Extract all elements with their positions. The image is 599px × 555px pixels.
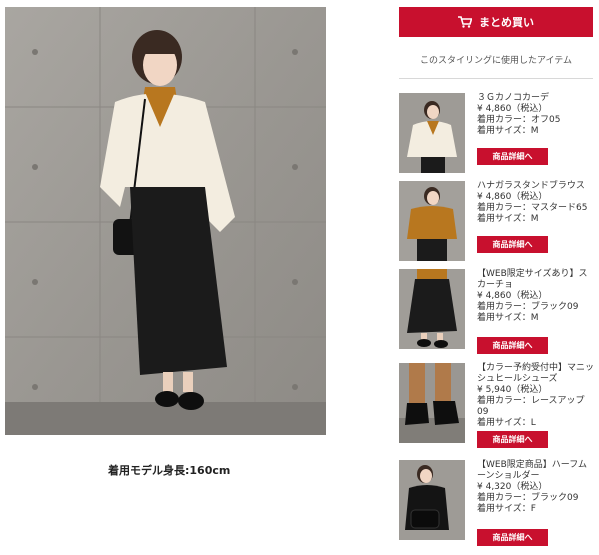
- item-thumbnail[interactable]: [399, 93, 465, 173]
- item-price: ¥ 4,860（税込）: [477, 192, 548, 202]
- item-card: ３Ｇカノコカーデ ¥ 4,860（税込） 着用カラー：オフ05 着用サイズ：M …: [399, 93, 595, 183]
- item-detail-button[interactable]: 商品詳細へ: [477, 148, 548, 165]
- item-card: 【WEB限定商品】ハーフムーンショルダー ¥ 4,320（税込） 着用カラー：ブ…: [399, 460, 595, 550]
- section-title: このスタイリングに使用したアイテム: [419, 56, 573, 66]
- item-size: 着用サイズ：L: [477, 418, 536, 428]
- item-name[interactable]: 【カラー予約受付中】マニッシュヒールシューズ: [477, 363, 595, 385]
- item-size: 着用サイズ：F: [477, 504, 536, 514]
- item-thumbnail[interactable]: [399, 181, 465, 261]
- item-name[interactable]: ３Ｇカノコカーデ: [477, 93, 595, 104]
- item-price: ¥ 4,320（税込）: [477, 482, 548, 492]
- item-price: ¥ 4,860（税込）: [477, 291, 548, 301]
- item-size: 着用サイズ：M: [477, 126, 539, 136]
- item-card: ハナガラスタンドブラウス ¥ 4,860（税込） 着用カラー：マスタード65 着…: [399, 181, 595, 271]
- styling-photo: [5, 7, 326, 435]
- item-detail-button[interactable]: 商品詳細へ: [477, 431, 548, 448]
- item-detail-button[interactable]: 商品詳細へ: [477, 236, 548, 253]
- bulk-buy-label: まとめ買い: [479, 16, 534, 29]
- item-thumbnail[interactable]: [399, 460, 465, 540]
- item-size: 着用サイズ：M: [477, 214, 539, 224]
- item-color: 着用カラー：レースアップ09: [477, 396, 585, 417]
- item-detail-button[interactable]: 商品詳細へ: [477, 337, 548, 354]
- item-detail-button[interactable]: 商品詳細へ: [477, 529, 548, 546]
- item-price: ¥ 4,860（税込）: [477, 104, 548, 114]
- section-divider: [399, 78, 593, 79]
- item-thumbnail[interactable]: [399, 363, 465, 443]
- item-color: 着用カラー：マスタード65: [477, 203, 588, 213]
- item-name[interactable]: ハナガラスタンドブラウス: [477, 181, 595, 192]
- model-height-caption: 着用モデル身長:160cm: [108, 464, 231, 477]
- item-thumbnail[interactable]: [399, 269, 465, 349]
- cart-icon: [458, 16, 472, 28]
- item-card: 【WEB限定サイズあり】スカーチョ ¥ 4,860（税込） 着用カラー：ブラック…: [399, 269, 595, 359]
- bulk-buy-button[interactable]: まとめ買い: [399, 7, 593, 37]
- item-size: 着用サイズ：M: [477, 313, 539, 323]
- item-color: 着用カラー：オフ05: [477, 115, 561, 125]
- item-price: ¥ 5,940（税込）: [477, 385, 548, 395]
- item-color: 着用カラー：ブラック09: [477, 493, 579, 503]
- item-name[interactable]: 【WEB限定サイズあり】スカーチョ: [477, 269, 595, 291]
- item-card: 【カラー予約受付中】マニッシュヒールシューズ ¥ 5,940（税込） 着用カラー…: [399, 363, 595, 453]
- item-color: 着用カラー：ブラック09: [477, 302, 579, 312]
- item-name[interactable]: 【WEB限定商品】ハーフムーンショルダー: [477, 460, 595, 482]
